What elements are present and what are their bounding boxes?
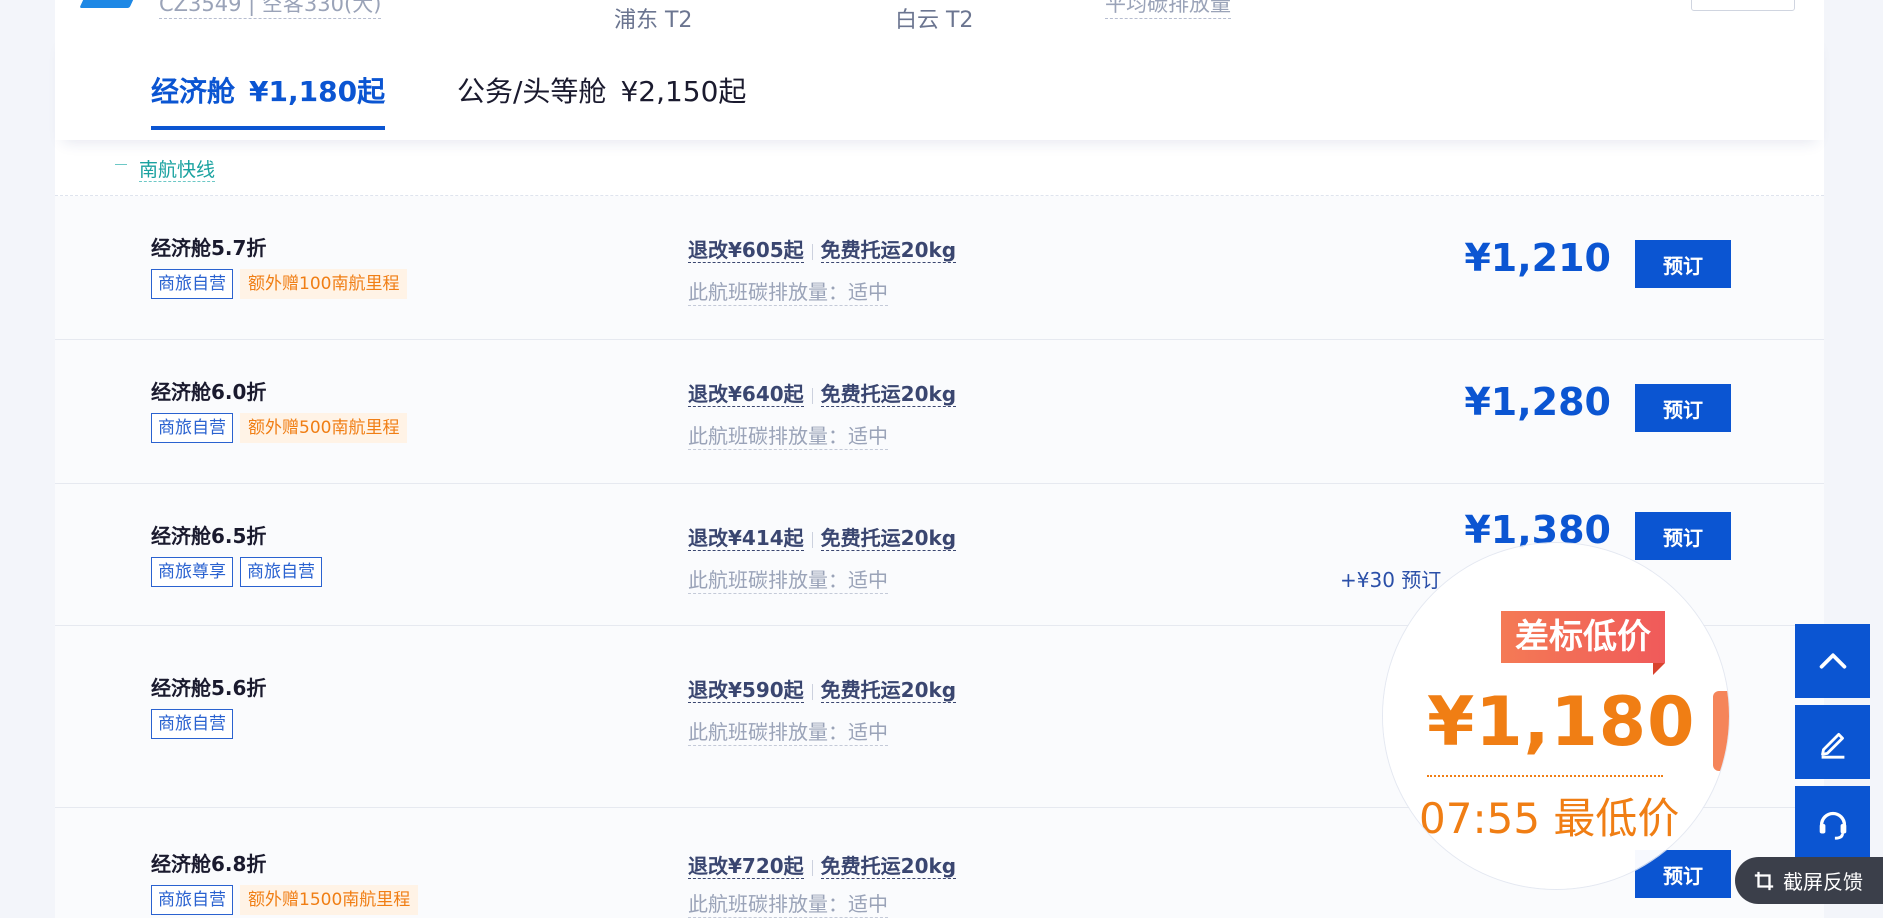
tab-economy-price: ¥1,180起 xyxy=(249,75,386,108)
policy-low-price-tag: 差标低价 xyxy=(1501,611,1665,675)
fare-policy: 退改¥605起 免费托运20kg xyxy=(688,234,957,263)
fare-tags: 商旅自营 额外赠500南航里程 xyxy=(151,413,408,443)
baggage-link[interactable]: 免费托运20kg xyxy=(820,526,957,551)
select-button[interactable] xyxy=(1691,0,1795,11)
fare-tags: 商旅自营 额外赠100南航里程 xyxy=(151,269,408,299)
fare-policy: 退改¥414起 免费托运20kg xyxy=(688,522,957,551)
fare-policy: 退改¥590起 免费托运20kg xyxy=(688,674,957,703)
headset-icon xyxy=(1819,811,1846,840)
book-button[interactable]: 预订 xyxy=(1635,240,1731,288)
book-button[interactable]: 预订 xyxy=(1635,384,1731,432)
active-tab-underline xyxy=(151,126,386,130)
baggage-link[interactable]: 免费托运20kg xyxy=(820,854,957,879)
tag-self-operated: 商旅自营 xyxy=(151,709,233,739)
refund-change-link[interactable]: 退改¥720起 xyxy=(688,854,804,879)
tag-self-operated: 商旅自营 xyxy=(151,885,233,915)
refund-change-link[interactable]: 退改¥640起 xyxy=(688,382,804,407)
carbon-info[interactable]: 此航班碳排放量：适中 xyxy=(688,716,888,746)
fare-tags: 商旅尊享 商旅自营 xyxy=(151,557,322,587)
section-dash xyxy=(115,164,127,165)
carbon-info[interactable]: 此航班碳排放量：适中 xyxy=(688,564,888,594)
edit-icon xyxy=(1820,732,1844,759)
average-carbon-label[interactable]: 平均碳排放量 xyxy=(1105,0,1231,19)
fare-price: ¥1,280 xyxy=(1464,380,1611,424)
feedback-label: 截屏反馈 xyxy=(1783,870,1863,894)
tag-self-operated: 商旅自营 xyxy=(151,413,233,443)
screenshot-feedback-button[interactable]: 截屏反馈 xyxy=(1735,857,1883,904)
tag-premium: 商旅尊享 xyxy=(151,557,233,587)
carbon-info[interactable]: 此航班碳排放量：适中 xyxy=(688,420,888,450)
refund-change-link[interactable]: 退改¥605起 xyxy=(688,238,804,263)
tag-self-operated: 商旅自营 xyxy=(240,557,322,587)
tag-self-operated: 商旅自营 xyxy=(151,269,233,299)
fare-tags: 商旅自营 额外赠1500南航里程 xyxy=(151,885,419,915)
refund-change-link[interactable]: 退改¥414起 xyxy=(688,526,804,551)
baggage-link[interactable]: 免费托运20kg xyxy=(820,382,957,407)
fare-tags: 商旅自营 xyxy=(151,709,233,739)
tag-bonus-miles: 额外赠1500南航里程 xyxy=(240,885,419,915)
fare-name: 经济舱6.0折 xyxy=(151,380,267,404)
lowest-price-time: 07:55 最低价 xyxy=(1419,794,1680,843)
fare-row: 经济舱5.7折 商旅自营 额外赠100南航里程 退改¥605起 免费托运20kg … xyxy=(55,196,1824,340)
tag-bonus-miles: 额外赠500南航里程 xyxy=(240,413,408,443)
tab-business-price: ¥2,150起 xyxy=(620,75,747,108)
tab-economy-name: 经济舱 xyxy=(151,75,236,108)
departure-terminal: 浦东 T2 xyxy=(614,8,693,30)
aircraft-info[interactable]: CZ3549 | 空客330(大) xyxy=(159,0,382,19)
lowest-price-magnifier: 差标低价 ¥1,180 07:55 最低价 xyxy=(1383,543,1729,889)
fare-row: 经济舱6.0折 商旅自营 额外赠500南航里程 退改¥640起 免费托运20kg … xyxy=(55,340,1824,484)
fare-policy: 退改¥640起 免费托运20kg xyxy=(688,378,957,407)
baggage-link[interactable]: 免费托运20kg xyxy=(820,238,957,263)
fare-policy: 退改¥720起 免费托运20kg xyxy=(688,850,957,879)
back-to-top-button[interactable] xyxy=(1795,624,1870,698)
cabin-tabs: 经济舱 ¥1,180起 公务/头等舱 ¥2,150起 xyxy=(55,30,1824,140)
carbon-info[interactable]: 此航班碳排放量：适中 xyxy=(688,888,888,918)
fare-name: 经济舱6.8折 xyxy=(151,852,267,876)
crop-icon xyxy=(1754,871,1774,890)
edit-feedback-button[interactable] xyxy=(1795,705,1870,779)
chevron-up-icon xyxy=(1819,653,1846,669)
carbon-info[interactable]: 此航班碳排放量：适中 xyxy=(688,276,888,306)
fare-name: 经济舱6.5折 xyxy=(151,524,267,548)
tab-economy[interactable]: 经济舱 ¥1,180起 xyxy=(151,70,386,130)
lowest-price: ¥1,180 xyxy=(1427,683,1696,762)
arrival-terminal: 白云 T2 xyxy=(895,8,974,30)
extra-fee-note: +¥30 预订 xyxy=(1340,568,1442,592)
customer-service-button[interactable] xyxy=(1795,786,1870,860)
fare-name: 经济舱5.7折 xyxy=(151,236,267,260)
fare-price: ¥1,210 xyxy=(1464,236,1611,280)
section-label: 南航快线 xyxy=(115,155,216,182)
airline-logo xyxy=(79,0,141,8)
refund-change-link[interactable]: 退改¥590起 xyxy=(688,678,804,703)
tag-bonus-miles: 额外赠100南航里程 xyxy=(240,269,408,299)
flight-info-row: CZ3549 | 空客330(大) 浦东 T2 白云 T2 平均碳排放量 xyxy=(55,0,1824,30)
price-underline xyxy=(1427,775,1663,777)
tab-business-first[interactable]: 公务/头等舱 ¥2,150起 xyxy=(457,70,746,110)
section-label-text[interactable]: 南航快线 xyxy=(139,159,216,182)
baggage-link[interactable]: 免费托运20kg xyxy=(820,678,957,703)
book-button[interactable]: 预订 xyxy=(1635,512,1731,560)
tab-business-name: 公务/头等舱 xyxy=(457,75,607,108)
bubble-edge-badge xyxy=(1713,691,1729,771)
fare-name: 经济舱5.6折 xyxy=(151,676,267,700)
